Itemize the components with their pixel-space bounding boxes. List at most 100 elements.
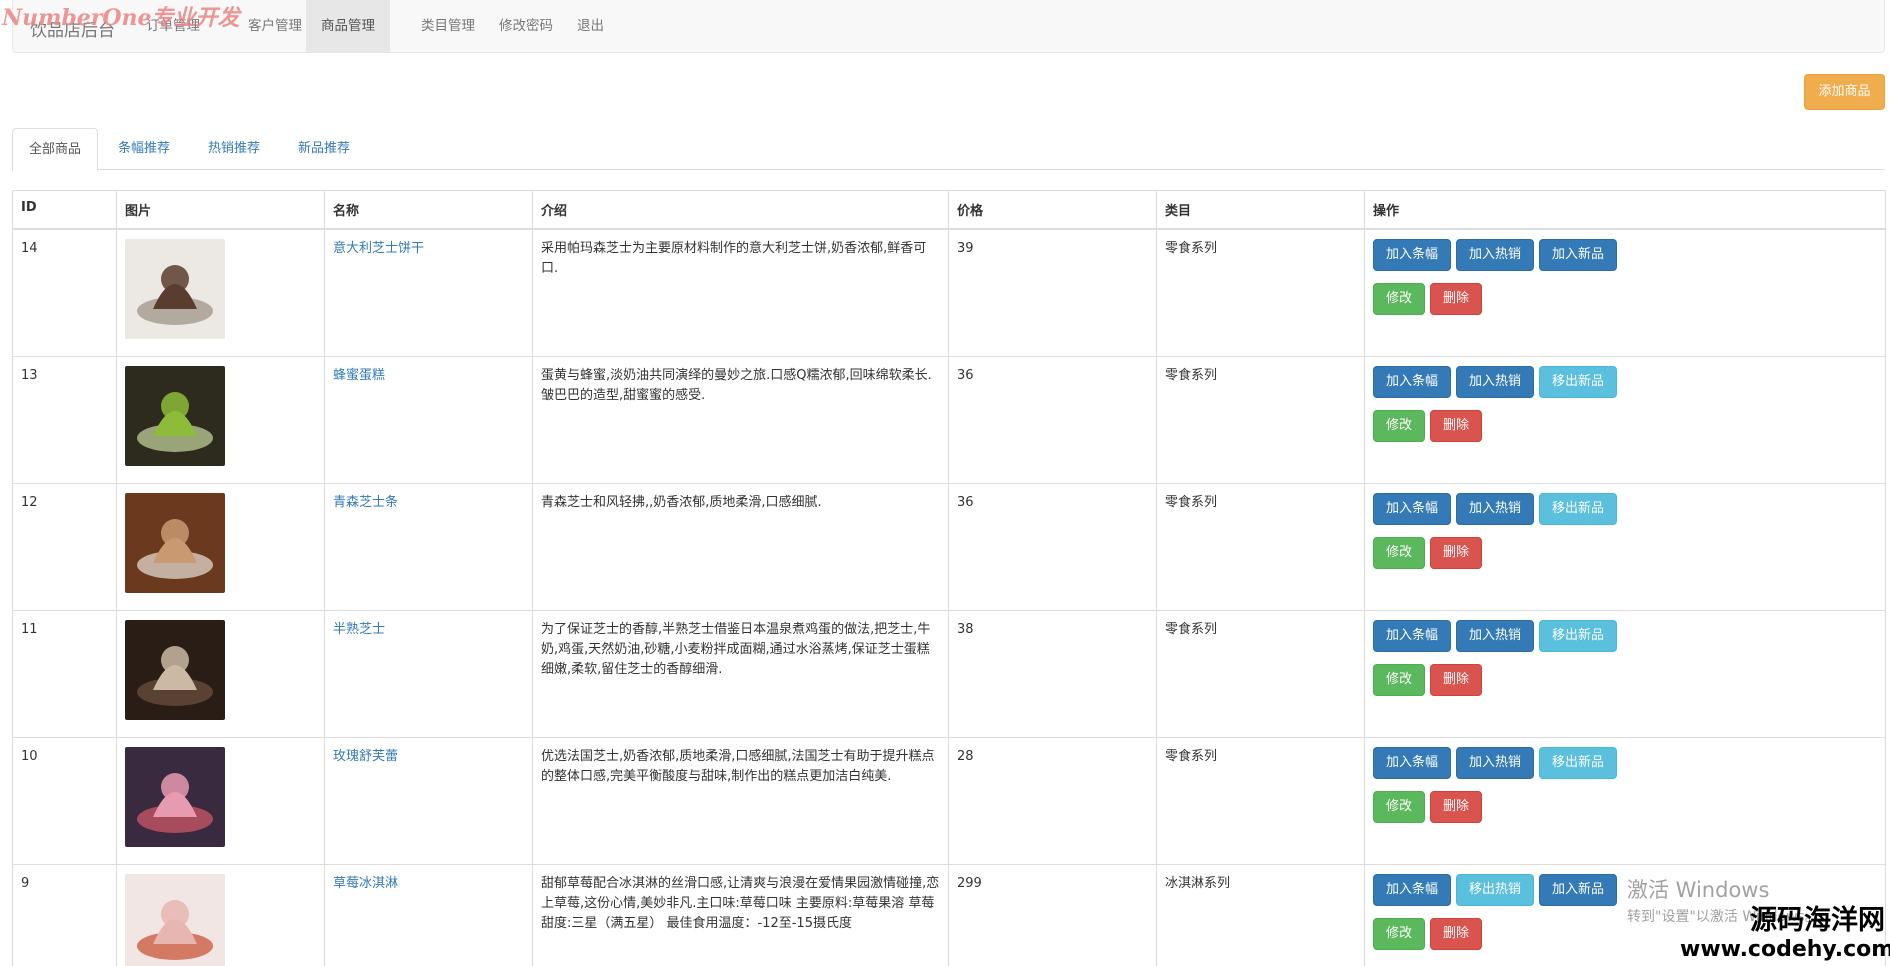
row-action-button[interactable]: 移出新品 xyxy=(1539,492,1618,525)
product-name-link[interactable]: 青森芝士条 xyxy=(333,495,398,510)
row-action-button[interactable]: 移出新品 xyxy=(1539,365,1618,398)
row-action-button[interactable]: 加入热销 xyxy=(1456,619,1535,652)
recommend-actions: 加入条幅 加入热销 移出新品 xyxy=(1373,746,1877,779)
product-tabs: 全部商品 条幅推荐 热销推荐 新品推荐 xyxy=(12,128,1885,171)
edit-button[interactable]: 修改 xyxy=(1373,409,1426,442)
delete-button[interactable]: 删除 xyxy=(1430,917,1483,950)
product-name-link[interactable]: 玫瑰舒芙蕾 xyxy=(333,749,398,764)
header-price: 价格 xyxy=(948,190,1157,230)
product-thumbnail xyxy=(125,239,225,339)
cell-id: 10 xyxy=(12,736,117,865)
recommend-actions: 加入条幅 加入热销 加入新品 xyxy=(1373,239,1877,271)
table-header-row: ID 图片 名称 介绍 价格 类目 操作 xyxy=(12,190,1886,230)
tab-banner-recommend[interactable]: 条幅推荐 xyxy=(102,128,186,170)
row-action-button[interactable]: 加入热销 xyxy=(1456,746,1535,779)
edit-button[interactable]: 修改 xyxy=(1373,790,1426,823)
row-action-button[interactable]: 加入条幅 xyxy=(1373,365,1452,398)
nav-item-customers[interactable]: 客户管理 xyxy=(233,0,317,53)
cell-actions: 加入条幅 移出热销 加入新品 修改 删除 xyxy=(1364,863,1886,966)
row-action-button[interactable]: 加入热销 xyxy=(1456,239,1535,271)
cell-category: 冰淇淋系列 xyxy=(1156,863,1365,966)
delete-button[interactable]: 删除 xyxy=(1430,283,1483,315)
cell-price: 38 xyxy=(948,609,1157,738)
cell-actions: 加入条幅 加入热销 移出新品 修改 删除 xyxy=(1364,736,1886,865)
product-name-link[interactable]: 草莓冰淇淋 xyxy=(333,876,398,891)
cell-description: 青森芝士和风轻拂,,奶香浓郁,质地柔滑,口感细腻. xyxy=(532,482,949,611)
add-product-button[interactable]: 添加商品 xyxy=(1804,74,1885,110)
header-id: ID xyxy=(12,190,117,230)
product-name-link[interactable]: 蜂蜜蛋糕 xyxy=(333,368,385,383)
cell-price: 39 xyxy=(948,228,1157,357)
cell-name: 蜂蜜蛋糕 xyxy=(324,355,533,484)
nav-item-logout[interactable]: 退出 xyxy=(562,0,619,53)
cell-image xyxy=(116,609,325,738)
recommend-actions: 加入条幅 加入热销 移出新品 xyxy=(1373,365,1877,398)
cell-image xyxy=(116,736,325,865)
edit-button[interactable]: 修改 xyxy=(1373,536,1426,569)
row-action-button[interactable]: 加入条幅 xyxy=(1373,492,1452,525)
header-name: 名称 xyxy=(324,190,533,230)
cell-id: 11 xyxy=(12,609,117,738)
header-category: 类目 xyxy=(1156,190,1365,230)
cell-id: 9 xyxy=(12,863,117,966)
product-thumbnail xyxy=(125,873,225,966)
row-action-button[interactable]: 加入热销 xyxy=(1456,365,1535,398)
cell-category: 零食系列 xyxy=(1156,355,1365,484)
row-action-button[interactable]: 加入条幅 xyxy=(1373,873,1452,906)
tab-all-products[interactable]: 全部商品 xyxy=(12,128,99,171)
product-name-link[interactable]: 半熟芝士 xyxy=(333,622,385,637)
row-action-button[interactable]: 移出热销 xyxy=(1456,873,1535,906)
cell-id: 13 xyxy=(12,355,117,484)
delete-button[interactable]: 删除 xyxy=(1430,409,1483,442)
top-navbar: 饮品店后台 订单管理 客户管理 商品管理 类目管理 修改密码 退出 xyxy=(12,0,1885,53)
nav-item-change-password[interactable]: 修改密码 xyxy=(484,0,568,53)
cell-price: 28 xyxy=(948,736,1157,865)
cell-id: 12 xyxy=(12,482,117,611)
delete-button[interactable]: 删除 xyxy=(1430,790,1483,823)
cell-category: 零食系列 xyxy=(1156,228,1365,357)
table-row: 9 草莓冰淇淋 甜郁草莓配合冰淇淋的丝滑口感,让清爽与浪漫在爱情果园激情碰撞,恋… xyxy=(12,863,1886,966)
row-action-button[interactable]: 加入条幅 xyxy=(1373,619,1452,652)
product-name-link[interactable]: 意大利芝士饼干 xyxy=(333,241,424,256)
tab-hot-recommend[interactable]: 热销推荐 xyxy=(192,128,276,170)
product-thumbnail xyxy=(125,365,225,466)
row-action-button[interactable]: 加入新品 xyxy=(1539,239,1618,271)
row-action-button[interactable]: 加入条幅 xyxy=(1373,239,1452,271)
delete-button[interactable]: 删除 xyxy=(1430,536,1483,569)
cell-name: 青森芝士条 xyxy=(324,482,533,611)
table-row: 11 半熟芝士 为了保证芝士的香醇,半熟芝士借鉴日本温泉煮鸡蛋的做法,把芝士,牛… xyxy=(12,609,1886,738)
cell-id: 14 xyxy=(12,228,117,357)
cell-actions: 加入条幅 加入热销 移出新品 修改 删除 xyxy=(1364,355,1886,484)
edit-button[interactable]: 修改 xyxy=(1373,283,1426,315)
cell-category: 零食系列 xyxy=(1156,609,1365,738)
row-action-button[interactable]: 移出新品 xyxy=(1539,619,1618,652)
product-thumbnail xyxy=(125,492,225,593)
cell-price: 36 xyxy=(948,355,1157,484)
nav-item-products[interactable]: 商品管理 xyxy=(306,0,390,53)
table-row: 14 意大利芝士饼干 采用帕玛森芝士为主要原材料制作的意大利芝士饼,奶香浓郁,鲜… xyxy=(12,228,1886,357)
edit-actions: 修改 删除 xyxy=(1373,283,1877,315)
header-image: 图片 xyxy=(116,190,325,230)
row-action-button[interactable]: 移出新品 xyxy=(1539,746,1618,779)
recommend-actions: 加入条幅 加入热销 移出新品 xyxy=(1373,619,1877,652)
recommend-actions: 加入条幅 移出热销 加入新品 xyxy=(1373,873,1877,906)
header-description: 介绍 xyxy=(532,190,949,230)
edit-actions: 修改 删除 xyxy=(1373,409,1877,442)
nav-item-orders[interactable]: 订单管理 xyxy=(131,0,215,53)
row-action-button[interactable]: 加入新品 xyxy=(1539,873,1618,906)
edit-button[interactable]: 修改 xyxy=(1373,917,1426,950)
cell-category: 零食系列 xyxy=(1156,482,1365,611)
cell-price: 36 xyxy=(948,482,1157,611)
recommend-actions: 加入条幅 加入热销 移出新品 xyxy=(1373,492,1877,525)
nav-item-categories[interactable]: 类目管理 xyxy=(406,0,490,53)
cell-category: 零食系列 xyxy=(1156,736,1365,865)
row-action-button[interactable]: 加入条幅 xyxy=(1373,746,1452,779)
tab-new-recommend[interactable]: 新品推荐 xyxy=(282,128,366,170)
edit-button[interactable]: 修改 xyxy=(1373,663,1426,696)
edit-actions: 修改 删除 xyxy=(1373,917,1877,950)
navbar-brand[interactable]: 饮品店后台 xyxy=(30,16,115,41)
delete-button[interactable]: 删除 xyxy=(1430,663,1483,696)
row-action-button[interactable]: 加入热销 xyxy=(1456,492,1535,525)
cell-description: 优选法国芝士,奶香浓郁,质地柔滑,口感细腻,法国芝士有助于提升糕点的整体口感,完… xyxy=(532,736,949,865)
cell-image xyxy=(116,228,325,357)
